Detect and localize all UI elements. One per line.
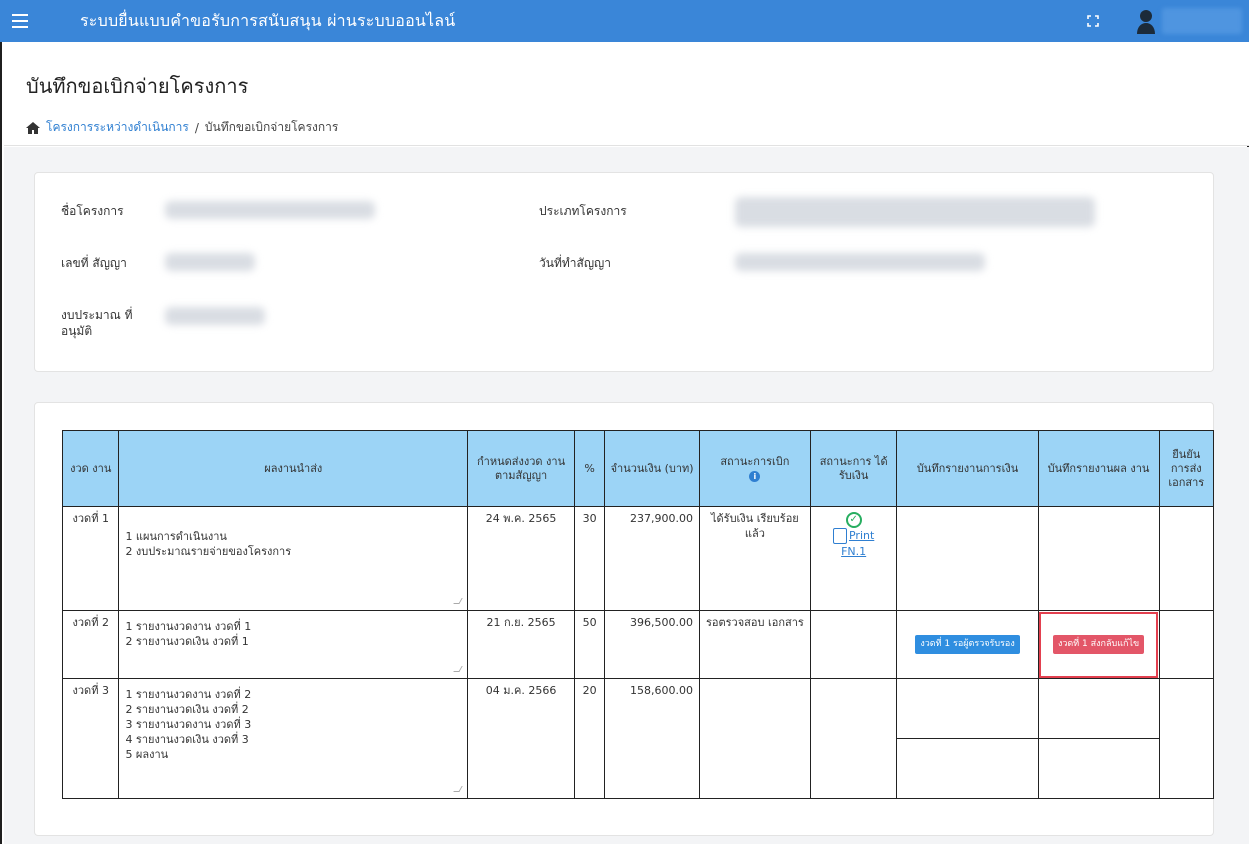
breadcrumb-separator: / [194, 120, 199, 135]
contract-date-value-blurred [735, 253, 985, 271]
deliverable-item: 2 รายงานงวดเงิน งวดที่ 2 [125, 703, 249, 716]
deliverable-item: 4 รายงานงวดเงิน งวดที่ 3 [125, 733, 249, 746]
table-header-row: งวด งาน ผลงานนำส่ง กำหนดส่งงวด งานตามสัญ… [61, 430, 1215, 507]
resize-handle-icon[interactable] [453, 598, 463, 604]
result-report-subcell [1038, 679, 1159, 739]
col-percent: % [573, 430, 606, 507]
installments-table: งวด งาน ผลงานนำส่ง กำหนดส่งงวด งานตามสัญ… [61, 430, 1215, 799]
col-result-report: บันทึกรายงานผล งาน [1037, 430, 1160, 507]
table-row: งวดที่ 3 1 รายงานงวดงาน งวดที่ 2 2 รายงา… [61, 678, 1215, 799]
pdf-icon [832, 528, 847, 544]
contract-no-value-blurred [165, 253, 255, 271]
deliverable-item: 2 งบประมาณรายจ่ายของโครงการ [125, 545, 292, 558]
deliverables-cell[interactable]: 1 รายงานงวดงาน งวดที่ 2 2 รายงานงวดเงิน … [118, 678, 469, 799]
project-info-card: ชื่อโครงการ ประเภทโครงการ เลขที่ สัญญา ว… [34, 172, 1214, 372]
withdraw-status-cell [698, 678, 811, 799]
breadcrumb-current: บันทึกขอเบิกจ่ายโครงการ [204, 120, 339, 134]
fullscreen-icon[interactable] [1084, 12, 1102, 30]
col-amount: จำนวนเงิน (บาท) [604, 430, 700, 507]
result-report-cell: งวดที่ 1 ส่งกลับแก้ไข [1037, 610, 1160, 679]
col-confirm-docs: ยืนยัน การส่ง เอกสาร [1158, 430, 1215, 507]
user-avatar-icon[interactable] [1135, 8, 1157, 34]
amount-cell: 396,500.00 [604, 610, 700, 679]
deliverable-item: 1 แผนการดำเนินงาน [125, 530, 227, 543]
confirm-docs-cell [1158, 610, 1215, 679]
percent-cell: 50 [573, 610, 606, 679]
finance-report-cell [896, 678, 1039, 799]
deliverable-item: 1 รายงานงวดงาน งวดที่ 2 [125, 688, 252, 701]
percent-cell: 20 [573, 678, 606, 799]
contract-date-label: วันที่ทำสัญญา [539, 256, 612, 270]
print-link[interactable]: Print FN.1 [832, 528, 875, 558]
withdraw-status-cell: รอตรวจสอบ เอกสาร [698, 610, 811, 679]
percent-cell: 30 [573, 506, 606, 611]
installment-cell: งวดที่ 2 [61, 610, 120, 679]
due-cell: 24 พ.ค. 2565 [467, 506, 575, 611]
received-status-cell [809, 678, 898, 799]
resize-handle-icon[interactable] [453, 666, 463, 672]
finance-status-badge[interactable]: งวดที่ 1 รอผู้ตรวจรับรอง [915, 635, 1020, 654]
project-type-value-blurred [735, 197, 1095, 227]
app-title: ระบบยื่นแบบคำขอรับการสนับสนุน ผ่านระบบออ… [80, 10, 456, 30]
installment-cell: งวดที่ 3 [61, 678, 120, 799]
finance-report-cell: งวดที่ 1 รอผู้ตรวจรับรอง [896, 610, 1039, 679]
breadcrumb: โครงการระหว่างดำเนินการ / บันทึกขอเบิกจ่… [26, 118, 338, 137]
info-icon[interactable]: i [749, 470, 761, 482]
budget-label: งบประมาณ ที่อนุมัติ [61, 308, 133, 338]
page-title: บันทึกขอเบิกจ่ายโครงการ [26, 74, 249, 98]
confirm-docs-cell [1158, 506, 1215, 611]
menu-icon[interactable] [0, 0, 40, 42]
received-status-cell: ✓ Print FN.1 [809, 506, 898, 611]
amount-cell: 158,600.00 [604, 678, 700, 799]
project-name-label: ชื่อโครงการ [61, 204, 124, 218]
deliverable-item: 3 รายงานงวดงาน งวดที่ 3 [125, 718, 252, 731]
resize-handle-icon[interactable] [453, 786, 463, 792]
finance-report-subcell [897, 679, 1038, 739]
installment-cell: งวดที่ 1 [61, 506, 120, 611]
username-blurred[interactable] [1162, 8, 1242, 34]
home-icon[interactable] [26, 121, 40, 134]
print-label: Print [848, 529, 875, 542]
received-status-cell [809, 610, 898, 679]
table-row: งวดที่ 1 1 แผนการดำเนินงาน 2 งบประมาณราย… [61, 506, 1215, 611]
breadcrumb-link-projects[interactable]: โครงการระหว่างดำเนินการ [46, 118, 189, 137]
top-navbar: ระบบยื่นแบบคำขอรับการสนับสนุน ผ่านระบบออ… [0, 0, 1249, 42]
col-deliverables: ผลงานนำส่ง [118, 430, 469, 507]
col-installment: งวด งาน [61, 430, 120, 507]
deliverables-cell[interactable]: 1 รายงานงวดงาน งวดที่ 1 2 รายงานงวดเงิน … [118, 610, 469, 679]
amount-cell: 237,900.00 [604, 506, 700, 611]
result-report-cell [1037, 678, 1160, 799]
project-name-value-blurred [165, 201, 375, 219]
table-row: งวดที่ 2 1 รายงานงวดงาน งวดที่ 1 2 รายงา… [61, 610, 1215, 679]
deliverables-cell[interactable]: 1 แผนการดำเนินงาน 2 งบประมาณรายจ่ายของโค… [118, 506, 469, 611]
result-status-badge[interactable]: งวดที่ 1 ส่งกลับแก้ไข [1052, 635, 1145, 654]
col-withdraw-status: สถานะการเบิก i [698, 430, 811, 507]
col-received-status: สถานะการ ได้รับเงิน [809, 430, 898, 507]
confirm-docs-cell [1158, 678, 1215, 799]
finance-report-cell [896, 506, 1039, 611]
withdraw-status-cell: ได้รับเงิน เรียบร้อยแล้ว [698, 506, 811, 611]
project-type-label: ประเภทโครงการ [539, 204, 627, 218]
budget-value-blurred [165, 307, 265, 325]
print-code: FN.1 [841, 545, 867, 558]
deliverable-item: 1 รายงานงวดงาน งวดที่ 1 [125, 620, 252, 633]
col-finance-report: บันทึกรายงานการเงิน [896, 430, 1039, 507]
check-circle-icon: ✓ [845, 512, 862, 528]
withdraw-status-header-label: สถานะการเบิก [720, 454, 790, 468]
deliverable-item: 2 รายงานงวดเงิน งวดที่ 1 [125, 635, 249, 648]
due-cell: 21 ก.ย. 2565 [467, 610, 575, 679]
due-cell: 04 ม.ค. 2566 [467, 678, 575, 799]
page-header: บันทึกขอเบิกจ่ายโครงการ โครงการระหว่างดำ… [4, 42, 1249, 146]
result-report-cell [1037, 506, 1160, 611]
col-due: กำหนดส่งงวด งานตามสัญญา [467, 430, 575, 507]
contract-no-label: เลขที่ สัญญา [61, 256, 127, 270]
deliverable-item: 5 ผลงาน [125, 748, 169, 761]
